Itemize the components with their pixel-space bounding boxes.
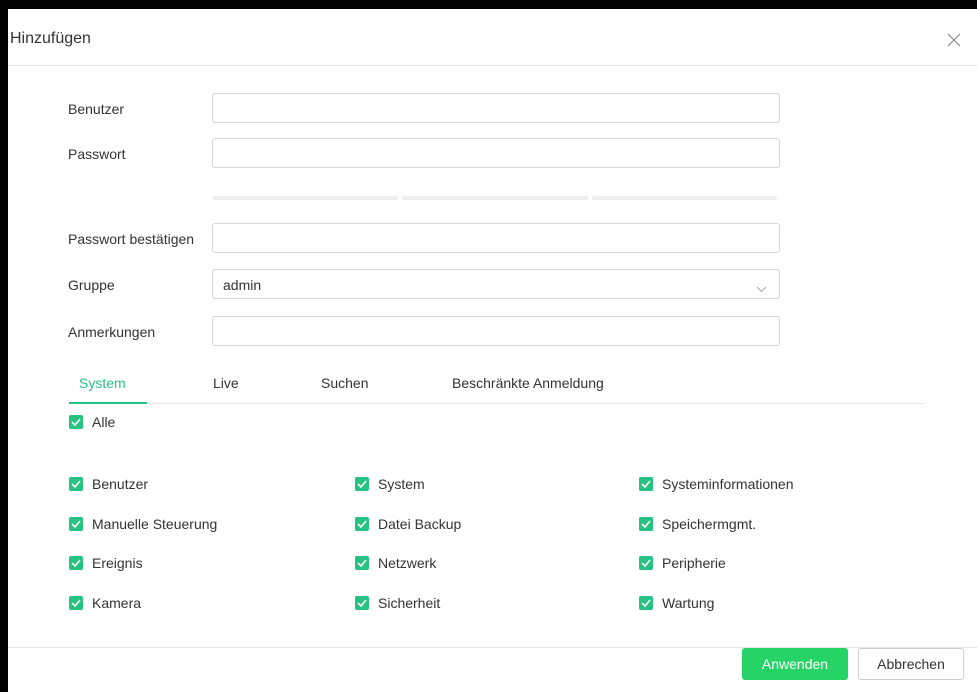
checkbox-all[interactable]: Alle — [69, 414, 115, 430]
group-selected-value: admin — [223, 277, 262, 293]
checkbox-checked-icon — [69, 556, 83, 570]
checkbox-checked-icon — [355, 596, 369, 610]
active-tab-indicator — [69, 402, 147, 404]
password-field-box — [212, 138, 780, 168]
permission-label: Peripherie — [662, 555, 726, 571]
confirm-password-input[interactable] — [213, 224, 779, 252]
permission-user[interactable]: Benutzer — [69, 476, 148, 492]
permission-network[interactable]: Netzwerk — [355, 555, 436, 571]
strength-segment — [402, 196, 588, 200]
chevron-down-icon — [756, 280, 767, 296]
tab-system[interactable]: System — [79, 375, 126, 391]
permission-peripherals[interactable]: Peripherie — [639, 555, 726, 571]
permission-system[interactable]: System — [355, 476, 425, 492]
checkbox-checked-icon — [639, 517, 653, 531]
checkbox-checked-icon — [639, 556, 653, 570]
group-label: Gruppe — [68, 277, 115, 293]
checkbox-checked-icon — [69, 415, 83, 429]
tab-live[interactable]: Live — [213, 375, 239, 391]
permission-file-backup[interactable]: Datei Backup — [355, 516, 461, 532]
user-field-box — [212, 93, 780, 123]
dialog-title: Hinzufügen — [10, 30, 91, 47]
checkbox-checked-icon — [639, 596, 653, 610]
strength-segment — [591, 196, 777, 200]
password-label: Passwort — [68, 146, 126, 162]
checkbox-checked-icon — [69, 596, 83, 610]
permission-label: Datei Backup — [378, 516, 462, 532]
permission-storage-mgmt[interactable]: Speichermgmt. — [639, 516, 756, 532]
confirm-password-label: Passwort bestätigen — [68, 231, 195, 247]
permission-manual-control[interactable]: Manuelle Steuerung — [69, 516, 217, 532]
group-select[interactable]: admin — [212, 269, 780, 299]
notes-field-box — [212, 316, 780, 346]
permission-label: Manuelle Steuerung — [92, 516, 218, 532]
permission-label: Systeminformationen — [662, 476, 794, 492]
checkbox-checked-icon — [355, 517, 369, 531]
permission-system-info[interactable]: Systeminformationen — [639, 476, 794, 492]
apply-button[interactable]: Anwenden — [742, 648, 848, 680]
add-user-dialog: Hinzufügen Benutzer Passwort Passwort be… — [8, 9, 977, 692]
strength-segment — [213, 196, 399, 200]
notes-label: Anmerkungen — [68, 324, 156, 340]
permission-label: Sicherheit — [378, 595, 441, 611]
checkbox-checked-icon — [355, 556, 369, 570]
checkbox-checked-icon — [355, 477, 369, 491]
tab-search[interactable]: Suchen — [321, 375, 368, 391]
permission-label: Benutzer — [92, 476, 149, 492]
permission-tabs: System Live Suchen Beschränkte Anmeldung — [69, 371, 924, 404]
checkbox-checked-icon — [69, 477, 83, 491]
permission-event[interactable]: Ereignis — [69, 555, 143, 571]
permission-label: Netzwerk — [378, 555, 437, 571]
header-divider — [8, 65, 977, 66]
notes-input[interactable] — [213, 317, 779, 345]
permission-label: Kamera — [92, 595, 142, 611]
confirm-password-field-box — [212, 223, 780, 253]
permission-maintenance[interactable]: Wartung — [639, 595, 714, 611]
close-icon[interactable] — [947, 33, 961, 47]
permission-security[interactable]: Sicherheit — [355, 595, 440, 611]
user-input[interactable] — [213, 94, 779, 122]
checkbox-all-label: Alle — [92, 414, 116, 430]
password-input[interactable] — [213, 139, 779, 167]
permission-label: Speichermgmt. — [662, 516, 757, 532]
checkbox-checked-icon — [639, 477, 653, 491]
permission-camera[interactable]: Kamera — [69, 595, 141, 611]
cancel-button[interactable]: Abbrechen — [858, 648, 964, 680]
tab-restricted-login[interactable]: Beschränkte Anmeldung — [452, 375, 604, 391]
checkbox-checked-icon — [69, 517, 83, 531]
permission-label: System — [378, 476, 425, 492]
permission-label: Ereignis — [92, 555, 143, 571]
user-label: Benutzer — [68, 101, 125, 117]
permission-label: Wartung — [662, 595, 715, 611]
password-strength-meter — [213, 196, 777, 200]
